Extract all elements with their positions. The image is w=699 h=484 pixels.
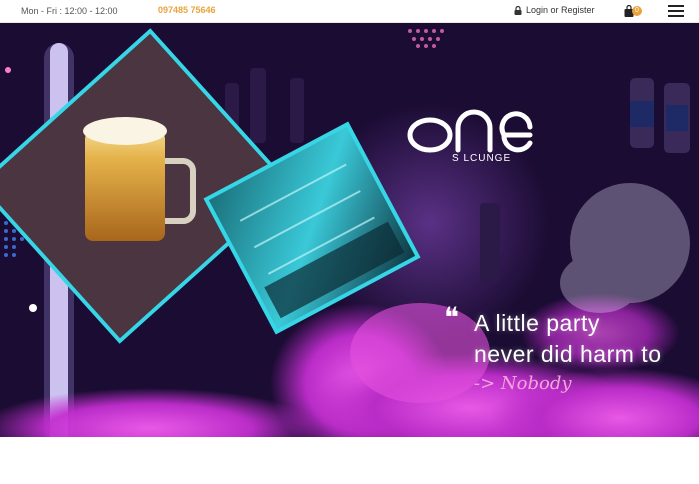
hero-tagline: A little party never did harm to [474, 308, 661, 370]
tagline-signature: -> Nobody [474, 373, 572, 394]
cart-button[interactable]: 0 [624, 4, 642, 17]
phone-number[interactable]: 097485 75646 [158, 5, 216, 15]
tagline-line-1: A little party [474, 310, 600, 336]
tagline-line-2: never did harm to [474, 341, 662, 367]
lock-icon [514, 5, 522, 15]
top-bar: Mon - Fri : 12:00 - 12:00 097485 75646 L… [0, 0, 699, 23]
hero-banner: S LCUNGE ❝ A little party never did harm… [0, 23, 699, 437]
logo-subtitle: S LCUNGE [452, 153, 512, 164]
hamburger-menu-icon[interactable] [668, 5, 684, 17]
login-register-label: Login or Register [526, 5, 595, 15]
quote-icon: ❝ [444, 301, 460, 334]
opening-hours: Mon - Fri : 12:00 - 12:00 [21, 6, 118, 16]
login-register-link[interactable]: Login or Register [514, 5, 595, 15]
hero-artwork [0, 23, 699, 437]
cart-count-badge: 0 [632, 6, 642, 16]
